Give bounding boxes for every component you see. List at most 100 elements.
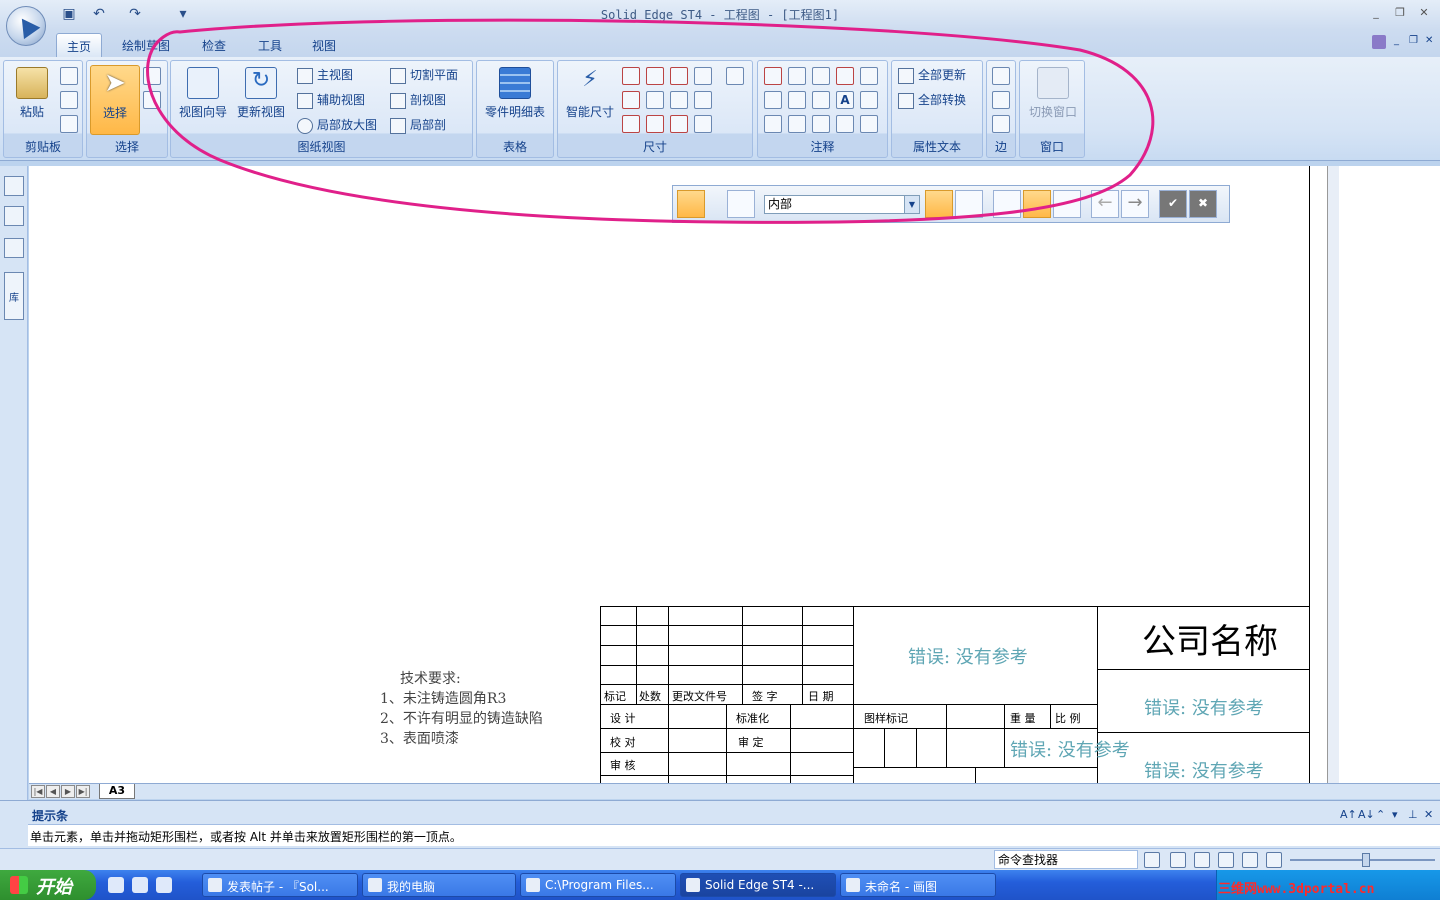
cancel-icon[interactable]: ✖ <box>1189 190 1217 218</box>
restore-button[interactable]: ❐ <box>1392 6 1408 20</box>
task-paint[interactable]: 未命名 - 画图 <box>840 873 996 897</box>
quicklaunch-ie-icon[interactable] <box>132 877 148 893</box>
weld-symbol-icon[interactable] <box>836 115 854 133</box>
prev-sheet-icon[interactable]: ◀ <box>46 785 60 798</box>
callout-icon[interactable] <box>764 91 782 109</box>
back-arrow-icon[interactable]: ← <box>1091 190 1119 218</box>
font-decrease-icon[interactable]: A↓ <box>1358 808 1375 821</box>
sheet-tab-a3[interactable]: A3 <box>99 784 135 799</box>
quicklaunch-app-icon[interactable] <box>156 877 172 893</box>
select-filter-dropdown[interactable]: 内部 ▼ <box>764 195 920 214</box>
surface-finish-icon[interactable] <box>764 115 782 133</box>
accept-icon[interactable]: ✔ <box>1159 190 1187 218</box>
menu-icon[interactable]: ▾ <box>1392 808 1398 821</box>
detail-view-button[interactable]: 局部放大图 <box>297 116 377 136</box>
datum-icon[interactable] <box>836 67 854 85</box>
dim-coordinate-icon[interactable] <box>670 67 688 85</box>
edge-hide-icon[interactable] <box>992 91 1010 109</box>
next-sheet-icon[interactable]: ▶ <box>61 785 75 798</box>
pin-icon[interactable]: ⊥ <box>1408 808 1418 821</box>
update-views-button[interactable]: ↻ 更新视图 <box>233 65 289 135</box>
connector-icon[interactable] <box>812 115 830 133</box>
select-filter-icon[interactable] <box>143 91 161 109</box>
surface-texture-icon[interactable] <box>812 91 830 109</box>
doc-close-button[interactable]: ✕ <box>1425 35 1433 46</box>
collapse-icon[interactable]: ⌃ <box>1376 808 1385 821</box>
pan-icon[interactable] <box>1218 852 1234 868</box>
select-overlap-icon[interactable] <box>955 190 983 218</box>
select-inside-icon[interactable] <box>925 190 953 218</box>
close-button[interactable]: ✕ <box>1416 6 1432 20</box>
tab-home[interactable]: 主页 <box>56 33 103 57</box>
tab-tools[interactable]: 工具 <box>248 33 292 57</box>
smart-dimension-button[interactable]: ⚡ 智能尺寸 <box>561 65 619 135</box>
principal-view-button[interactable]: 主视图 <box>297 66 353 86</box>
bolt-hole-circle-icon[interactable] <box>860 115 878 133</box>
convert-all-button[interactable]: 全部转换 <box>898 91 966 111</box>
datum-target-icon[interactable] <box>788 91 806 109</box>
zoom-slider-thumb[interactable] <box>1362 853 1370 867</box>
dim-stack-icon[interactable] <box>646 91 664 109</box>
last-sheet-icon[interactable]: ▶| <box>76 785 90 798</box>
refresh-icon[interactable] <box>1144 852 1160 868</box>
view-wizard-button[interactable]: 视图向导 <box>175 65 231 135</box>
feature-control-frame-icon[interactable] <box>812 67 830 85</box>
zoom-area-icon[interactable] <box>1170 852 1186 868</box>
dim-retrieve-icon[interactable] <box>694 91 712 109</box>
dim-symmetric-icon[interactable] <box>694 67 712 85</box>
font-increase-icon[interactable]: A↑ <box>1340 808 1357 821</box>
sheets-icon[interactable] <box>4 238 24 258</box>
edge-condition-icon[interactable] <box>788 115 806 133</box>
select-arrow-icon[interactable] <box>677 190 705 218</box>
select-filter-button[interactable] <box>727 190 755 218</box>
layers-icon[interactable] <box>4 206 24 226</box>
center-mark-icon[interactable] <box>860 91 878 109</box>
doc-restore-button[interactable]: ❐ <box>1409 35 1418 46</box>
section-view-button[interactable]: 剖视图 <box>390 91 446 111</box>
dim-chamfer-icon[interactable] <box>670 91 688 109</box>
task-forum-post[interactable]: 发表帖子 - 『Sol... <box>202 873 358 897</box>
pathfinder-icon[interactable] <box>4 176 24 196</box>
prompt-close-icon[interactable]: ✕ <box>1424 808 1433 821</box>
first-sheet-icon[interactable]: |◀ <box>31 785 45 798</box>
start-button[interactable]: 开始 <box>0 870 96 900</box>
dim-angle-icon[interactable] <box>646 67 664 85</box>
dim-lock-icon[interactable] <box>694 115 712 133</box>
cutting-plane-button[interactable]: 切割平面 <box>390 66 458 86</box>
update-all-button[interactable]: 全部更新 <box>898 66 966 86</box>
quicklaunch-desktop-icon[interactable] <box>108 877 124 893</box>
vertical-scrollbar[interactable] <box>1327 166 1339 783</box>
select-tool-icon[interactable] <box>143 67 161 85</box>
text-icon[interactable]: A <box>836 91 854 109</box>
task-solid-edge[interactable]: Solid Edge ST4 -... <box>680 873 836 897</box>
tab-sketch[interactable]: 绘制草图 <box>112 33 180 57</box>
tab-view[interactable]: 视图 <box>302 33 346 57</box>
library-tab[interactable]: 库 <box>4 272 24 320</box>
view-options-icon[interactable] <box>1266 852 1282 868</box>
forward-arrow-icon[interactable]: → <box>1121 190 1149 218</box>
auxiliary-view-button[interactable]: 辅助视图 <box>297 91 365 111</box>
dim-axis-icon[interactable] <box>622 115 640 133</box>
zoom-icon[interactable] <box>1194 852 1210 868</box>
select-check-icon[interactable] <box>993 190 1021 218</box>
paste-button[interactable]: 粘贴 <box>7 65 57 135</box>
weld-icon[interactable] <box>860 67 878 85</box>
edge-painter-icon[interactable] <box>992 115 1010 133</box>
tab-inspect[interactable]: 检查 <box>192 33 236 57</box>
minimize-button[interactable]: _ <box>1368 6 1384 20</box>
dim-angular-coord-icon[interactable] <box>646 115 664 133</box>
help-icon[interactable] <box>1372 35 1386 49</box>
dim-style-icon[interactable] <box>726 67 744 85</box>
fit-icon[interactable] <box>1242 852 1258 868</box>
broken-out-button[interactable]: 局部剖 <box>390 116 446 136</box>
task-program-files[interactable]: C:\Program Files... <box>520 873 676 897</box>
balloon-icon[interactable] <box>788 67 806 85</box>
application-button[interactable] <box>6 6 46 46</box>
select-fence-dotted-icon[interactable] <box>1053 190 1081 218</box>
dim-arc-icon[interactable] <box>670 115 688 133</box>
parts-list-button[interactable]: 零件明细表 <box>480 65 550 135</box>
select-button[interactable]: ➤ 选择 <box>90 65 140 135</box>
cut-icon[interactable] <box>60 67 78 85</box>
edge-show-icon[interactable] <box>992 67 1010 85</box>
dim-distance-icon[interactable] <box>622 91 640 109</box>
